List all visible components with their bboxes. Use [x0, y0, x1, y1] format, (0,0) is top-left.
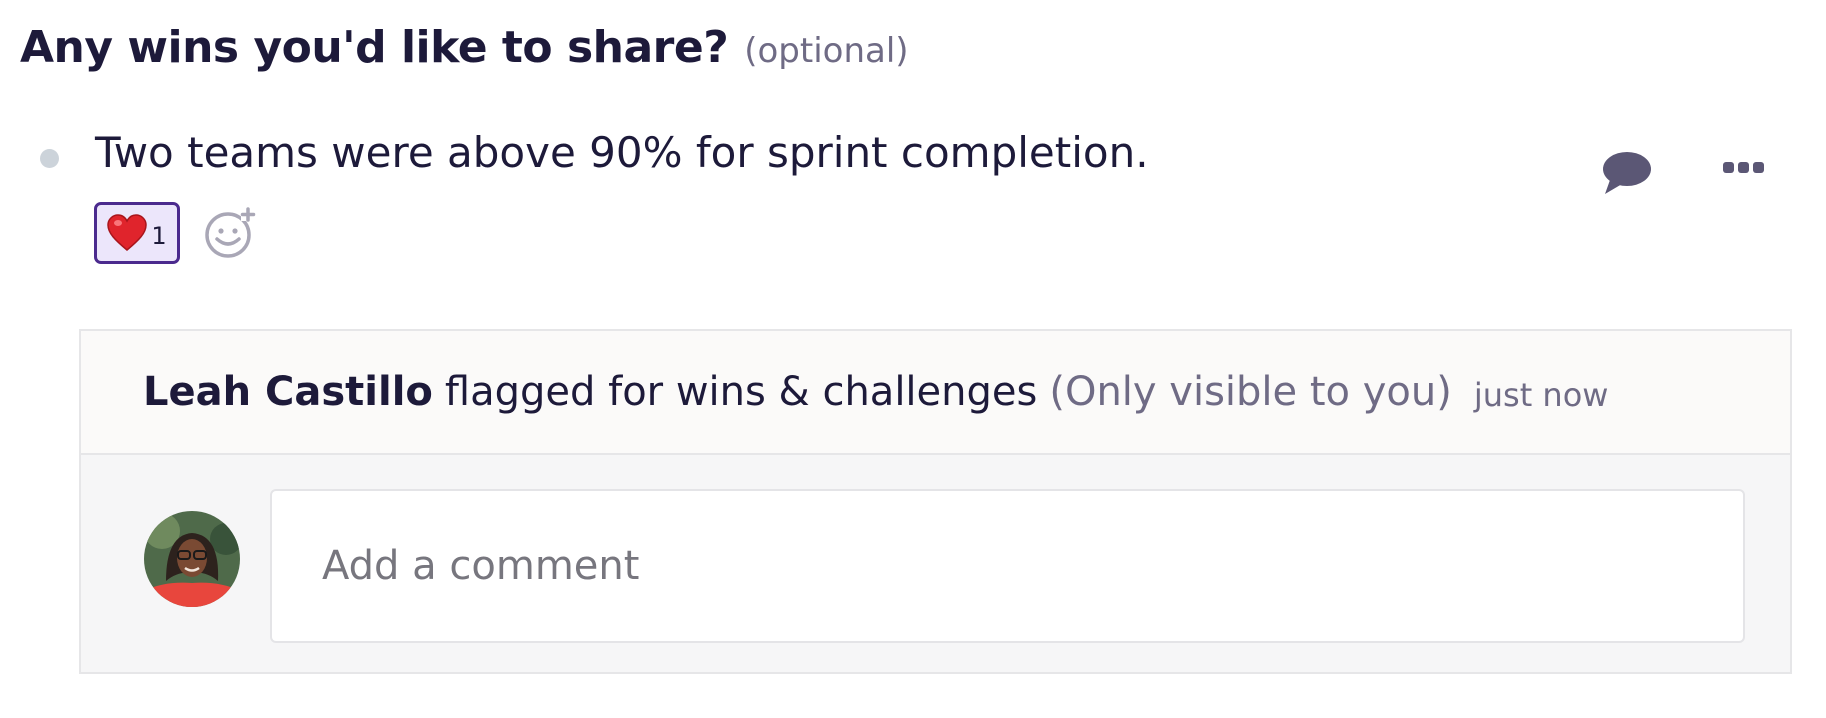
optional-label: (optional): [744, 31, 909, 71]
reaction-count: 1: [151, 222, 167, 250]
flag-panel: Leah Castillo flagged for wins & challen…: [79, 329, 1792, 674]
flag-timestamp: just now: [1473, 376, 1609, 414]
flag-visibility-note: (Only visible to you): [1049, 369, 1452, 415]
comment-bubble-icon[interactable]: [1600, 150, 1652, 196]
comment-input[interactable]: [270, 489, 1745, 643]
flag-user-name: Leah Castillo: [143, 369, 433, 415]
avatar: [144, 511, 240, 607]
bullet-icon: [40, 149, 59, 168]
more-options-icon[interactable]: [1722, 158, 1766, 178]
question-title: Any wins you'd like to share?: [20, 22, 729, 73]
flag-header: Leah Castillo flagged for wins & challen…: [81, 331, 1790, 455]
page: Any wins you'd like to share? (optional)…: [0, 0, 1826, 718]
heart-reaction-button[interactable]: 1: [94, 202, 180, 264]
answer-text: Two teams were above 90% for sprint comp…: [95, 128, 1149, 177]
heart-emoji-icon: [107, 214, 148, 251]
flag-action-text: flagged for wins & challenges: [444, 369, 1038, 415]
question-header: Any wins you'd like to share? (optional): [20, 22, 909, 73]
add-reaction-icon[interactable]: [203, 206, 257, 260]
